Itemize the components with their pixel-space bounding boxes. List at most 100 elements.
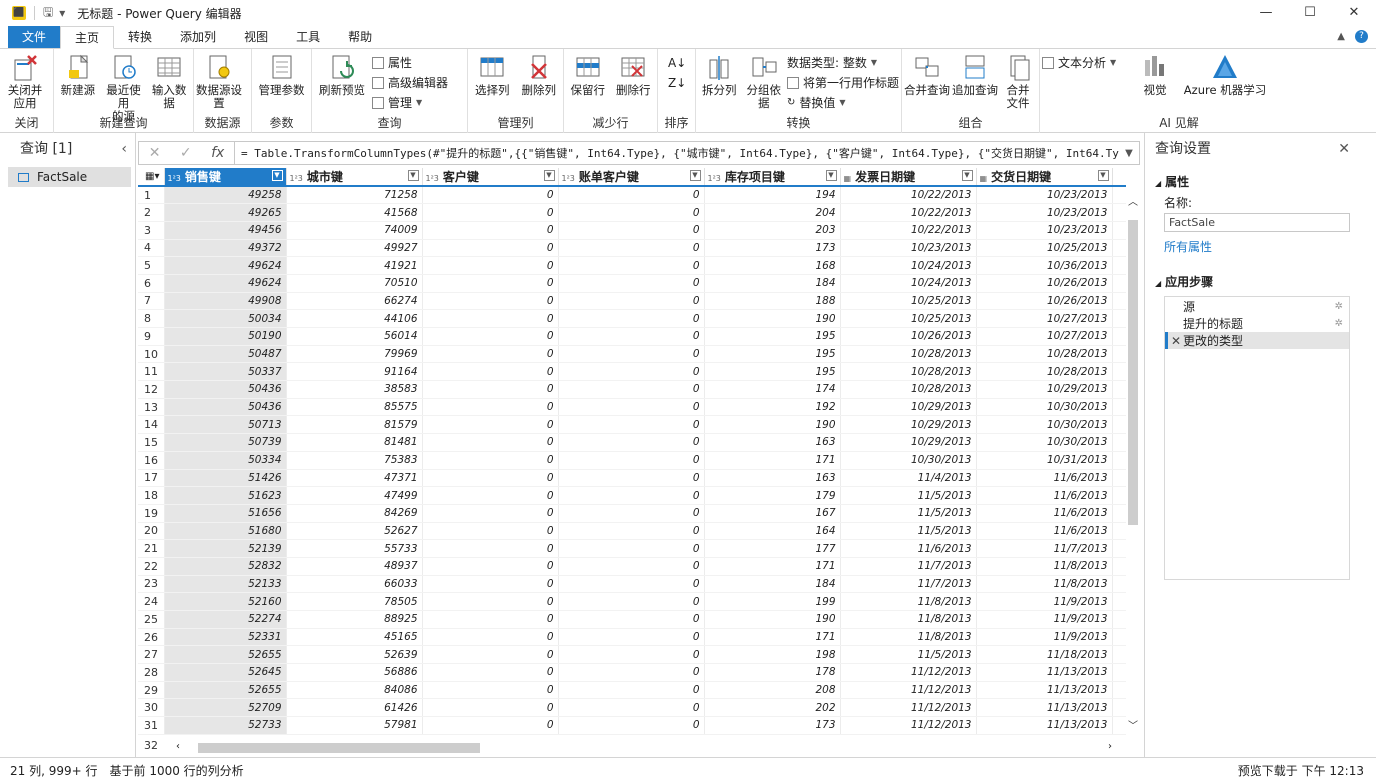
table-cell[interactable]: 10/25/2013 — [976, 239, 1113, 258]
table-cell[interactable]: 52655 — [164, 645, 287, 665]
table-cell[interactable]: 10/29/2013 — [840, 398, 977, 417]
column-header[interactable]: ▼ 1²3 库存项目键 — [704, 168, 841, 187]
table-cell[interactable]: 52160 — [164, 592, 287, 611]
table-cell[interactable]: 0 — [422, 557, 559, 576]
table-cell[interactable]: 10/23/2013 — [976, 186, 1113, 205]
table-cell[interactable]: 195 — [704, 362, 841, 382]
table-cell[interactable]: 0 — [558, 469, 705, 488]
new-source-button[interactable]: 新建源 — [56, 52, 100, 123]
all-properties-link[interactable]: 所有属性 — [1164, 238, 1376, 255]
table-cell[interactable]: 49908 — [164, 292, 287, 311]
table-row[interactable]: 26 52331 45165 0 0 171 11/8/2013 11/9/2013 — [138, 628, 1126, 647]
table-cell[interactable]: 11/9/2013 — [976, 628, 1113, 647]
table-cell[interactable]: 204 — [704, 203, 841, 222]
table-cell[interactable]: 41568 — [286, 203, 423, 222]
table-cell[interactable]: 0 — [422, 433, 559, 452]
table-cell[interactable]: 71258 — [286, 186, 423, 205]
table-row[interactable]: 10 50487 79969 0 0 195 10/28/2013 10/28/2013 — [138, 345, 1126, 364]
split-column-button[interactable]: 拆分列 — [698, 52, 740, 111]
scroll-up-icon[interactable]: ︿ — [1126, 196, 1140, 210]
table-cell[interactable]: 190 — [704, 415, 841, 435]
table-cell[interactable]: 173 — [704, 716, 841, 735]
table-cell[interactable]: 0 — [558, 557, 705, 576]
table-cell[interactable]: 10/27/2013 — [976, 309, 1113, 328]
text-analytics-button[interactable]: 文本分析 ▼ — [1042, 54, 1130, 71]
table-cell[interactable]: 52709 — [164, 698, 287, 718]
table-cell[interactable]: 0 — [422, 221, 559, 240]
table-cell[interactable]: 44106 — [286, 309, 423, 328]
table-cell[interactable]: 0 — [558, 203, 705, 222]
table-cell[interactable]: 0 — [558, 663, 705, 682]
table-cell[interactable]: 56886 — [286, 663, 423, 682]
table-cell[interactable]: 0 — [422, 203, 559, 222]
table-cell[interactable]: 208 — [704, 681, 841, 700]
horizontal-scrollbar[interactable]: ‹ › — [170, 741, 1118, 755]
table-cell[interactable]: 10/22/2013 — [840, 203, 977, 222]
table-cell[interactable]: 0 — [422, 504, 559, 523]
table-cell[interactable]: 50334 — [164, 451, 287, 470]
table-cell[interactable]: 0 — [558, 592, 705, 611]
table-row[interactable]: 9 50190 56014 0 0 195 10/26/2013 10/27/2013 — [138, 327, 1126, 346]
table-cell[interactable]: 188 — [704, 292, 841, 311]
table-cell[interactable]: 0 — [422, 469, 559, 488]
table-cell[interactable]: 49624 — [164, 274, 287, 293]
save-icon[interactable]: 🖫 — [43, 3, 53, 24]
table-row[interactable]: 23 52133 66033 0 0 184 11/7/2013 11/8/2013 — [138, 575, 1126, 594]
scroll-thumb[interactable] — [1128, 220, 1138, 525]
filter-dropdown-icon[interactable]: ▼ — [543, 170, 555, 181]
applied-steps-section[interactable]: ◢ 应用步骤 — [1155, 273, 1376, 290]
vertical-scrollbar[interactable]: ︿ ﹀ — [1126, 196, 1140, 734]
table-cell[interactable]: 11/7/2013 — [840, 575, 977, 594]
table-cell[interactable]: 0 — [558, 380, 705, 399]
table-cell[interactable]: 10/25/2013 — [840, 292, 977, 311]
table-cell[interactable]: 0 — [558, 628, 705, 647]
table-cell[interactable]: 10/29/2013 — [840, 433, 977, 452]
enter-data-button[interactable]: 输入数 据 — [147, 52, 191, 123]
table-cell[interactable]: 11/12/2013 — [840, 663, 977, 682]
column-type-icon[interactable]: ▦ — [844, 174, 852, 183]
column-header[interactable]: ▼ 1²3 销售键 — [164, 168, 287, 187]
table-cell[interactable]: 164 — [704, 522, 841, 541]
choose-columns-button[interactable]: 选择列 — [470, 52, 515, 97]
table-cell[interactable]: 47499 — [286, 486, 423, 505]
table-cell[interactable]: 51656 — [164, 504, 287, 523]
sort-descending-button[interactable]: Z↓ — [668, 74, 693, 91]
table-cell[interactable]: 11/5/2013 — [840, 645, 977, 665]
manage-params-button[interactable]: 管理参数 — [254, 52, 309, 97]
table-cell[interactable]: 50436 — [164, 398, 287, 417]
table-cell[interactable]: 11/5/2013 — [840, 486, 977, 505]
table-cell[interactable]: 0 — [558, 309, 705, 328]
table-cell[interactable]: 11/18/2013 — [976, 645, 1113, 665]
table-row[interactable]: 11 50337 91164 0 0 195 10/28/2013 10/28/2013 — [138, 362, 1126, 382]
table-cell[interactable]: 167 — [704, 504, 841, 523]
group-by-button[interactable]: 分组依 据 — [742, 52, 784, 111]
table-cell[interactable]: 11/13/2013 — [976, 663, 1113, 682]
column-type-icon[interactable]: 1²3 — [168, 174, 181, 183]
table-cell[interactable]: 10/29/2013 — [840, 415, 977, 435]
table-row[interactable]: 5 49624 41921 0 0 168 10/24/2013 10/36/2013 — [138, 256, 1126, 275]
close-icon[interactable]: ✕ — [1338, 141, 1350, 157]
table-row[interactable]: 20 51680 52627 0 0 164 11/5/2013 11/6/2013 — [138, 522, 1126, 541]
table-cell[interactable]: 70510 — [286, 274, 423, 293]
table-cell[interactable]: 0 — [422, 663, 559, 682]
table-cell[interactable]: 10/23/2013 — [976, 221, 1113, 240]
table-cell[interactable]: 0 — [558, 415, 705, 435]
table-cell[interactable]: 0 — [558, 256, 705, 275]
table-cell[interactable]: 66033 — [286, 575, 423, 594]
table-cell[interactable]: 50337 — [164, 362, 287, 382]
table-cell[interactable]: 202 — [704, 698, 841, 718]
table-row[interactable]: 18 51623 47499 0 0 179 11/5/2013 11/6/2013 — [138, 486, 1126, 505]
table-cell[interactable]: 78505 — [286, 592, 423, 611]
table-cell[interactable]: 0 — [422, 628, 559, 647]
table-row[interactable]: 4 49372 49927 0 0 173 10/23/2013 10/25/2013 — [138, 239, 1126, 258]
table-cell[interactable]: 192 — [704, 398, 841, 417]
table-cell[interactable]: 47371 — [286, 469, 423, 488]
table-cell[interactable]: 10/30/2013 — [840, 451, 977, 470]
table-cell[interactable]: 0 — [558, 486, 705, 505]
column-type-icon[interactable]: 1²3 — [290, 174, 303, 183]
table-cell[interactable]: 179 — [704, 486, 841, 505]
step-changed-type[interactable]: ✕ 更改的类型 — [1165, 332, 1349, 349]
datatype-dropdown[interactable]: 数据类型: 整数 ▼ — [787, 54, 899, 71]
table-cell[interactable]: 10/29/2013 — [976, 380, 1113, 399]
table-cell[interactable]: 10/24/2013 — [840, 256, 977, 275]
